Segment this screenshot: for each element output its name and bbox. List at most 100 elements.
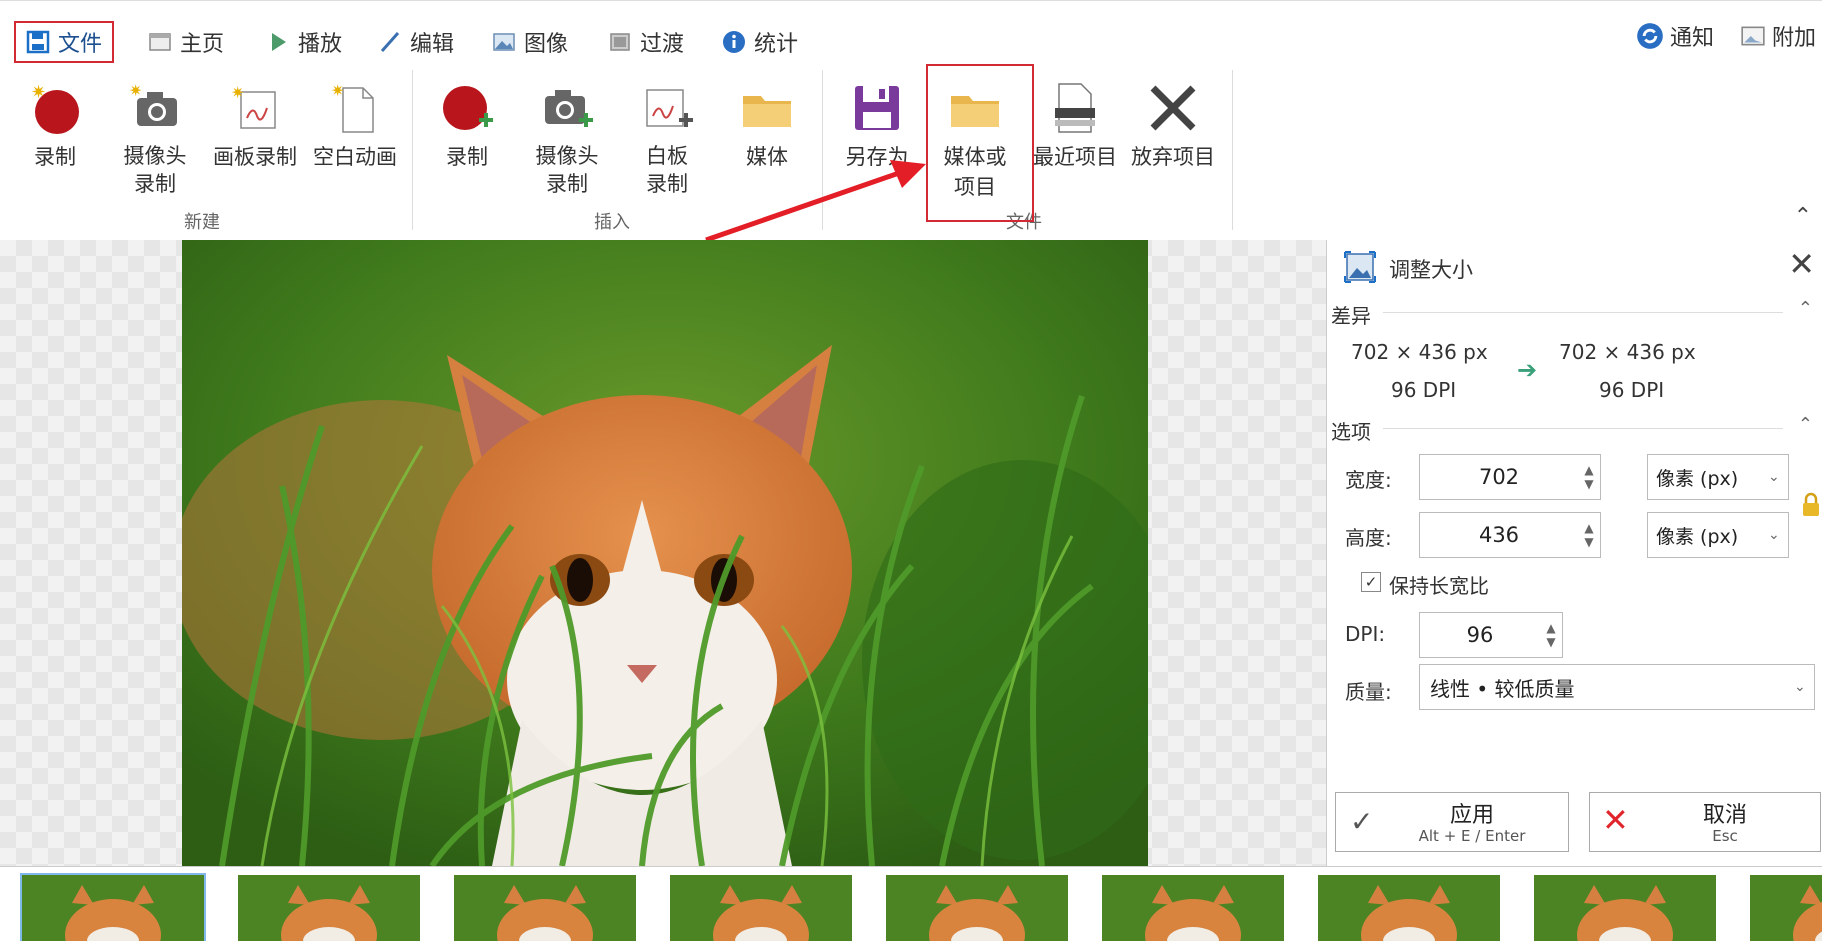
camera-add-icon: [539, 80, 595, 136]
blank-page-icon: ✷: [327, 80, 383, 136]
chevron-down-icon: ⌄: [1794, 679, 1806, 695]
height-value: 436: [1478, 523, 1520, 547]
extras-icon: [1741, 26, 1765, 46]
new-group-label: 新建: [184, 212, 220, 233]
frame-thumbnail[interactable]: [670, 875, 852, 941]
collapse-ribbon-icon[interactable]: ⌃: [1794, 204, 1812, 229]
new-record-button[interactable]: ✷ 录制: [0, 64, 110, 214]
width-input[interactable]: 702 ▲ ▼: [1419, 454, 1601, 500]
dpi-input[interactable]: 96 ▲ ▼: [1419, 612, 1563, 658]
panel-title: 调整大小: [1389, 258, 1473, 282]
quality-value: 线性 • 较低质量: [1430, 676, 1575, 701]
tab-play-label: 播放: [298, 32, 343, 57]
apply-button[interactable]: ✓ 应用 Alt + E / Enter: [1335, 792, 1569, 852]
quality-select[interactable]: 线性 • 较低质量 ⌄: [1419, 664, 1815, 710]
record-add-icon: [439, 80, 495, 136]
chevron-down-icon: ⌄: [1768, 469, 1780, 485]
record-icon: ✷: [27, 80, 83, 136]
diff-section-label: 差异: [1331, 304, 1371, 328]
frame-thumbnail[interactable]: [886, 875, 1068, 941]
new-board-record-button[interactable]: ✷ 画板录制: [200, 64, 310, 214]
tab-image-label: 图像: [524, 32, 569, 57]
ribbon-separator: [1232, 70, 1233, 230]
svg-text:✷: ✷: [331, 81, 344, 100]
new-blank-animation-label: 空白动画: [313, 145, 397, 169]
tab-edit[interactable]: 编辑: [378, 25, 454, 59]
frame-thumbnail[interactable]: [1102, 875, 1284, 941]
insert-group-label: 插入: [594, 212, 630, 233]
insert-webcam-record-label: 摄像头 录制: [535, 144, 599, 196]
height-unit-select[interactable]: 像素 (px) ⌄: [1647, 512, 1789, 558]
tab-statistics-label: 统计: [754, 32, 799, 57]
editor-canvas[interactable]: [0, 240, 1326, 866]
extras-label: 附加: [1772, 26, 1817, 51]
after-dpi: 96 DPI: [1599, 378, 1665, 402]
cancel-label: 取消: [1702, 803, 1747, 828]
play-icon: [272, 33, 286, 51]
insert-record-button[interactable]: 录制: [412, 64, 522, 214]
discard-project-button[interactable]: 放弃项目: [1118, 64, 1228, 214]
tab-home[interactable]: 主页: [148, 25, 224, 59]
annotation-arrow: [705, 160, 926, 243]
height-unit-value: 像素 (px): [1656, 525, 1739, 548]
home-icon: [149, 33, 171, 51]
new-webcam-record-label: 摄像头 录制: [123, 144, 187, 196]
apply-shortcut: Alt + E / Enter: [1418, 827, 1526, 845]
image-icon: [493, 33, 515, 51]
save-icon: [26, 30, 50, 54]
dpi-spinner[interactable]: ▲ ▼: [1540, 621, 1562, 649]
frame-strip: [0, 866, 1822, 941]
folder-icon: [739, 80, 795, 136]
before-dpi: 96 DPI: [1391, 378, 1457, 402]
frame-thumbnail[interactable]: [238, 875, 420, 941]
whiteboard-icon: [639, 80, 695, 136]
new-blank-animation-button[interactable]: ✷ 空白动画: [300, 64, 410, 214]
frame-thumbnail[interactable]: [20, 873, 206, 941]
collapse-options-icon[interactable]: ⌃: [1798, 414, 1813, 435]
tab-play[interactable]: 播放: [266, 25, 342, 59]
tab-image[interactable]: 图像: [492, 25, 568, 59]
tab-file[interactable]: 文件: [14, 21, 115, 63]
tab-transition-label: 过渡: [640, 32, 685, 57]
width-value: 702: [1478, 465, 1520, 489]
discard-icon: [1145, 80, 1201, 136]
notifications-label: 通知: [1670, 26, 1715, 51]
width-spinner[interactable]: ▲ ▼: [1578, 463, 1600, 491]
svg-text:✷: ✷: [129, 81, 142, 100]
tab-statistics[interactable]: 统计: [722, 25, 798, 59]
dpi-label: DPI:: [1345, 622, 1386, 646]
frame-thumbnail[interactable]: [1318, 875, 1500, 941]
recent-projects-icon: [1047, 80, 1103, 136]
section-divider: [1383, 312, 1783, 313]
width-unit-select[interactable]: 像素 (px) ⌄: [1647, 454, 1789, 500]
camera-icon: ✷: [127, 80, 183, 136]
resize-panel: 调整大小 ✕ 差异 ⌃ 702 × 436 px 96 DPI ➔ 702 × …: [1326, 240, 1822, 866]
close-panel-icon[interactable]: ✕: [1788, 246, 1815, 282]
extras-tab[interactable]: 附加: [1740, 19, 1816, 53]
after-size: 702 × 436 px: [1559, 340, 1696, 364]
insert-webcam-record-button[interactable]: 摄像头 录制: [512, 64, 622, 214]
tab-transition[interactable]: 过渡: [608, 25, 684, 59]
before-size: 702 × 436 px: [1351, 340, 1488, 364]
new-webcam-record-button[interactable]: ✷ 摄像头 录制: [100, 64, 210, 214]
tab-home-label: 主页: [180, 32, 225, 57]
cancel-shortcut: Esc: [1712, 827, 1738, 845]
recent-projects-button[interactable]: 最近项目: [1020, 64, 1130, 214]
tab-file-label: 文件: [58, 32, 103, 57]
height-input[interactable]: 436 ▲ ▼: [1419, 512, 1601, 558]
recent-projects-label: 最近项目: [1033, 145, 1117, 169]
height-spinner[interactable]: ▲ ▼: [1578, 521, 1600, 549]
svg-text:✷: ✷: [31, 82, 46, 103]
tab-edit-label: 编辑: [410, 32, 455, 57]
width-unit-value: 像素 (px): [1656, 467, 1739, 490]
notifications-tab[interactable]: 通知: [1636, 19, 1714, 53]
lock-icon[interactable]: [1801, 492, 1821, 518]
frame-thumbnail[interactable]: [454, 875, 636, 941]
frame-thumbnail[interactable]: [1534, 875, 1716, 941]
cancel-button[interactable]: ✕ 取消 Esc: [1589, 792, 1821, 852]
height-label: 高度:: [1345, 526, 1392, 550]
dpi-value: 96: [1466, 623, 1494, 647]
frame-thumbnail[interactable]: [1750, 875, 1822, 941]
collapse-diff-icon[interactable]: ⌃: [1798, 298, 1813, 319]
keep-ratio-checkbox[interactable]: ✓: [1361, 572, 1381, 592]
